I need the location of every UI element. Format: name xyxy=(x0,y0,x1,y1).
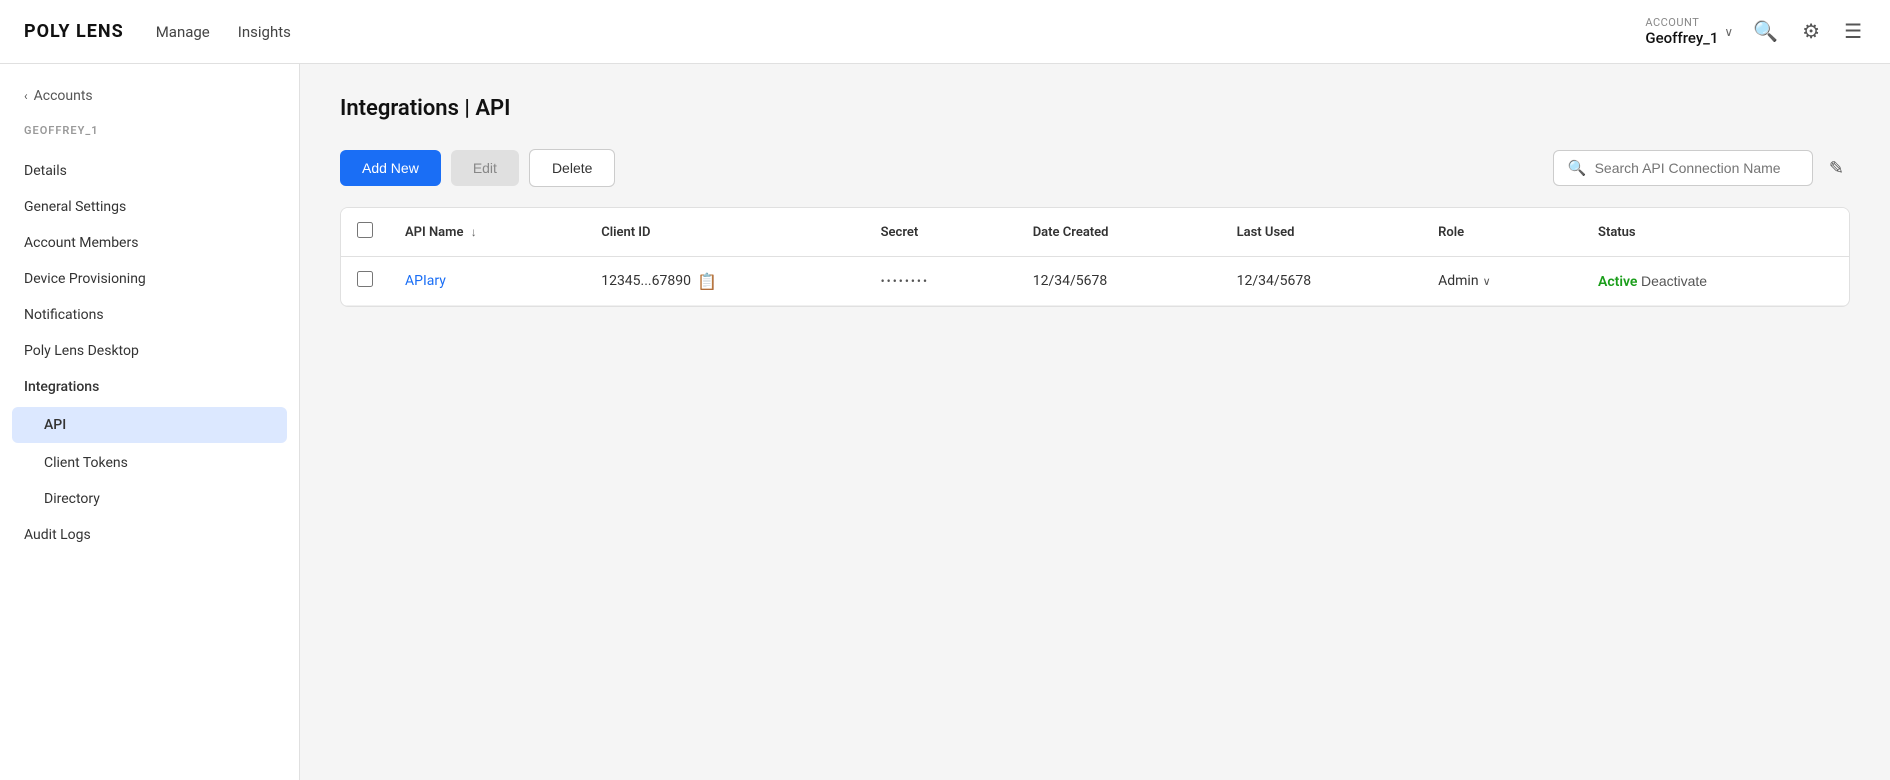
status-badge: Active xyxy=(1598,274,1637,290)
api-name-cell: APIary xyxy=(389,257,585,306)
app-logo: POLY LENS xyxy=(24,21,124,42)
hamburger-icon: ☰ xyxy=(1844,21,1862,43)
col-label-api-name: API Name xyxy=(405,225,463,240)
breadcrumb-label: Accounts xyxy=(34,88,93,104)
sidebar-item-device-provisioning[interactable]: Device Provisioning xyxy=(0,261,299,297)
last-used-cell: 12/34/5678 xyxy=(1221,257,1423,306)
table-body: APIary 12345...67890 📋 •••••••• 12/34/56… xyxy=(341,257,1849,306)
select-all-checkbox[interactable] xyxy=(357,222,373,238)
main-content: Integrations | API Add New Edit Delete 🔍… xyxy=(300,64,1890,780)
sidebar-sub-item-api[interactable]: API xyxy=(12,407,287,443)
top-navigation: POLY LENS Manage Insights ACCOUNT Geoffr… xyxy=(0,0,1890,64)
sidebar-sub-item-client-tokens[interactable]: Client Tokens xyxy=(0,445,299,481)
api-name-link[interactable]: APIary xyxy=(405,273,446,289)
breadcrumb-back-icon: ‹ xyxy=(24,89,28,103)
sidebar-account-label: GEOFFREY_1 xyxy=(0,124,299,153)
account-name: Geoffrey_1 xyxy=(1645,29,1718,47)
account-chevron-icon: ∨ xyxy=(1724,25,1733,39)
client-id-content: 12345...67890 📋 xyxy=(601,272,848,291)
status-cell: Active Deactivate xyxy=(1582,257,1849,306)
role-cell: Admin ∨ xyxy=(1422,257,1582,306)
sidebar: ‹ Accounts GEOFFREY_1 Details General Se… xyxy=(0,64,300,780)
row-checkbox-cell xyxy=(341,257,389,306)
nav-right: ACCOUNT Geoffrey_1 ∨ 🔍 ⚙ ☰ xyxy=(1645,15,1866,48)
search-input[interactable] xyxy=(1595,160,1795,176)
col-header-role: Role xyxy=(1422,208,1582,257)
col-header-client-id: Client ID xyxy=(585,208,864,257)
col-header-status: Status xyxy=(1582,208,1849,257)
pencil-icon: ✎ xyxy=(1829,158,1844,178)
globe-button[interactable]: ⚙ xyxy=(1798,15,1824,48)
account-label: ACCOUNT xyxy=(1645,16,1718,29)
client-id-value: 12345...67890 xyxy=(601,273,691,289)
edit-button[interactable]: Edit xyxy=(451,150,519,186)
breadcrumb[interactable]: ‹ Accounts xyxy=(0,88,299,124)
nav-manage[interactable]: Manage xyxy=(156,23,210,41)
table-row: APIary 12345...67890 📋 •••••••• 12/34/56… xyxy=(341,257,1849,306)
copy-icon[interactable]: 📋 xyxy=(697,272,717,291)
toolbar: Add New Edit Delete 🔍 ✎ xyxy=(340,149,1850,187)
sidebar-item-poly-lens-desktop[interactable]: Poly Lens Desktop xyxy=(0,333,299,369)
date-created-cell: 12/34/5678 xyxy=(1017,257,1221,306)
sidebar-item-integrations[interactable]: Integrations xyxy=(0,369,299,405)
search-icon: 🔍 xyxy=(1568,159,1587,177)
row-checkbox[interactable] xyxy=(357,271,373,287)
page-title: Integrations | API xyxy=(340,96,1850,121)
nav-left: POLY LENS Manage Insights xyxy=(24,21,291,42)
menu-button[interactable]: ☰ xyxy=(1840,15,1866,48)
col-header-secret: Secret xyxy=(865,208,1017,257)
sort-icon-api-name[interactable]: ↓ xyxy=(471,225,477,239)
deactivate-button[interactable]: Deactivate xyxy=(1641,273,1707,289)
client-id-cell: 12345...67890 📋 xyxy=(585,257,864,306)
role-value: Admin xyxy=(1438,273,1478,289)
account-info: ACCOUNT Geoffrey_1 xyxy=(1645,16,1718,47)
add-new-button[interactable]: Add New xyxy=(340,150,441,186)
sidebar-item-details[interactable]: Details xyxy=(0,153,299,189)
search-button[interactable]: 🔍 xyxy=(1749,15,1782,48)
api-table: API Name ↓ Client ID Secret Date Created… xyxy=(341,208,1849,306)
table-header: API Name ↓ Client ID Secret Date Created… xyxy=(341,208,1849,257)
sidebar-sub-item-directory[interactable]: Directory xyxy=(0,481,299,517)
globe-icon: ⚙ xyxy=(1802,21,1820,43)
sidebar-item-notifications[interactable]: Notifications xyxy=(0,297,299,333)
main-layout: ‹ Accounts GEOFFREY_1 Details General Se… xyxy=(0,64,1890,780)
sidebar-item-general-settings[interactable]: General Settings xyxy=(0,189,299,225)
role-chevron-icon: ∨ xyxy=(1483,275,1491,288)
search-box: 🔍 xyxy=(1553,150,1813,186)
secret-value: •••••••• xyxy=(881,274,929,288)
col-header-api-name: API Name ↓ xyxy=(389,208,585,257)
select-all-header xyxy=(341,208,389,257)
secret-cell: •••••••• xyxy=(865,257,1017,306)
delete-button[interactable]: Delete xyxy=(529,149,615,187)
sidebar-item-audit-logs[interactable]: Audit Logs xyxy=(0,517,299,553)
search-icon: 🔍 xyxy=(1753,21,1778,43)
nav-links: Manage Insights xyxy=(156,23,291,41)
sidebar-item-account-members[interactable]: Account Members xyxy=(0,225,299,261)
nav-insights[interactable]: Insights xyxy=(238,23,291,41)
col-header-last-used: Last Used xyxy=(1221,208,1423,257)
col-header-date-created: Date Created xyxy=(1017,208,1221,257)
role-selector[interactable]: Admin ∨ xyxy=(1438,273,1566,289)
edit-icon-button[interactable]: ✎ xyxy=(1823,152,1850,185)
api-table-container: API Name ↓ Client ID Secret Date Created… xyxy=(340,207,1850,307)
account-selector[interactable]: ACCOUNT Geoffrey_1 ∨ xyxy=(1645,16,1733,47)
